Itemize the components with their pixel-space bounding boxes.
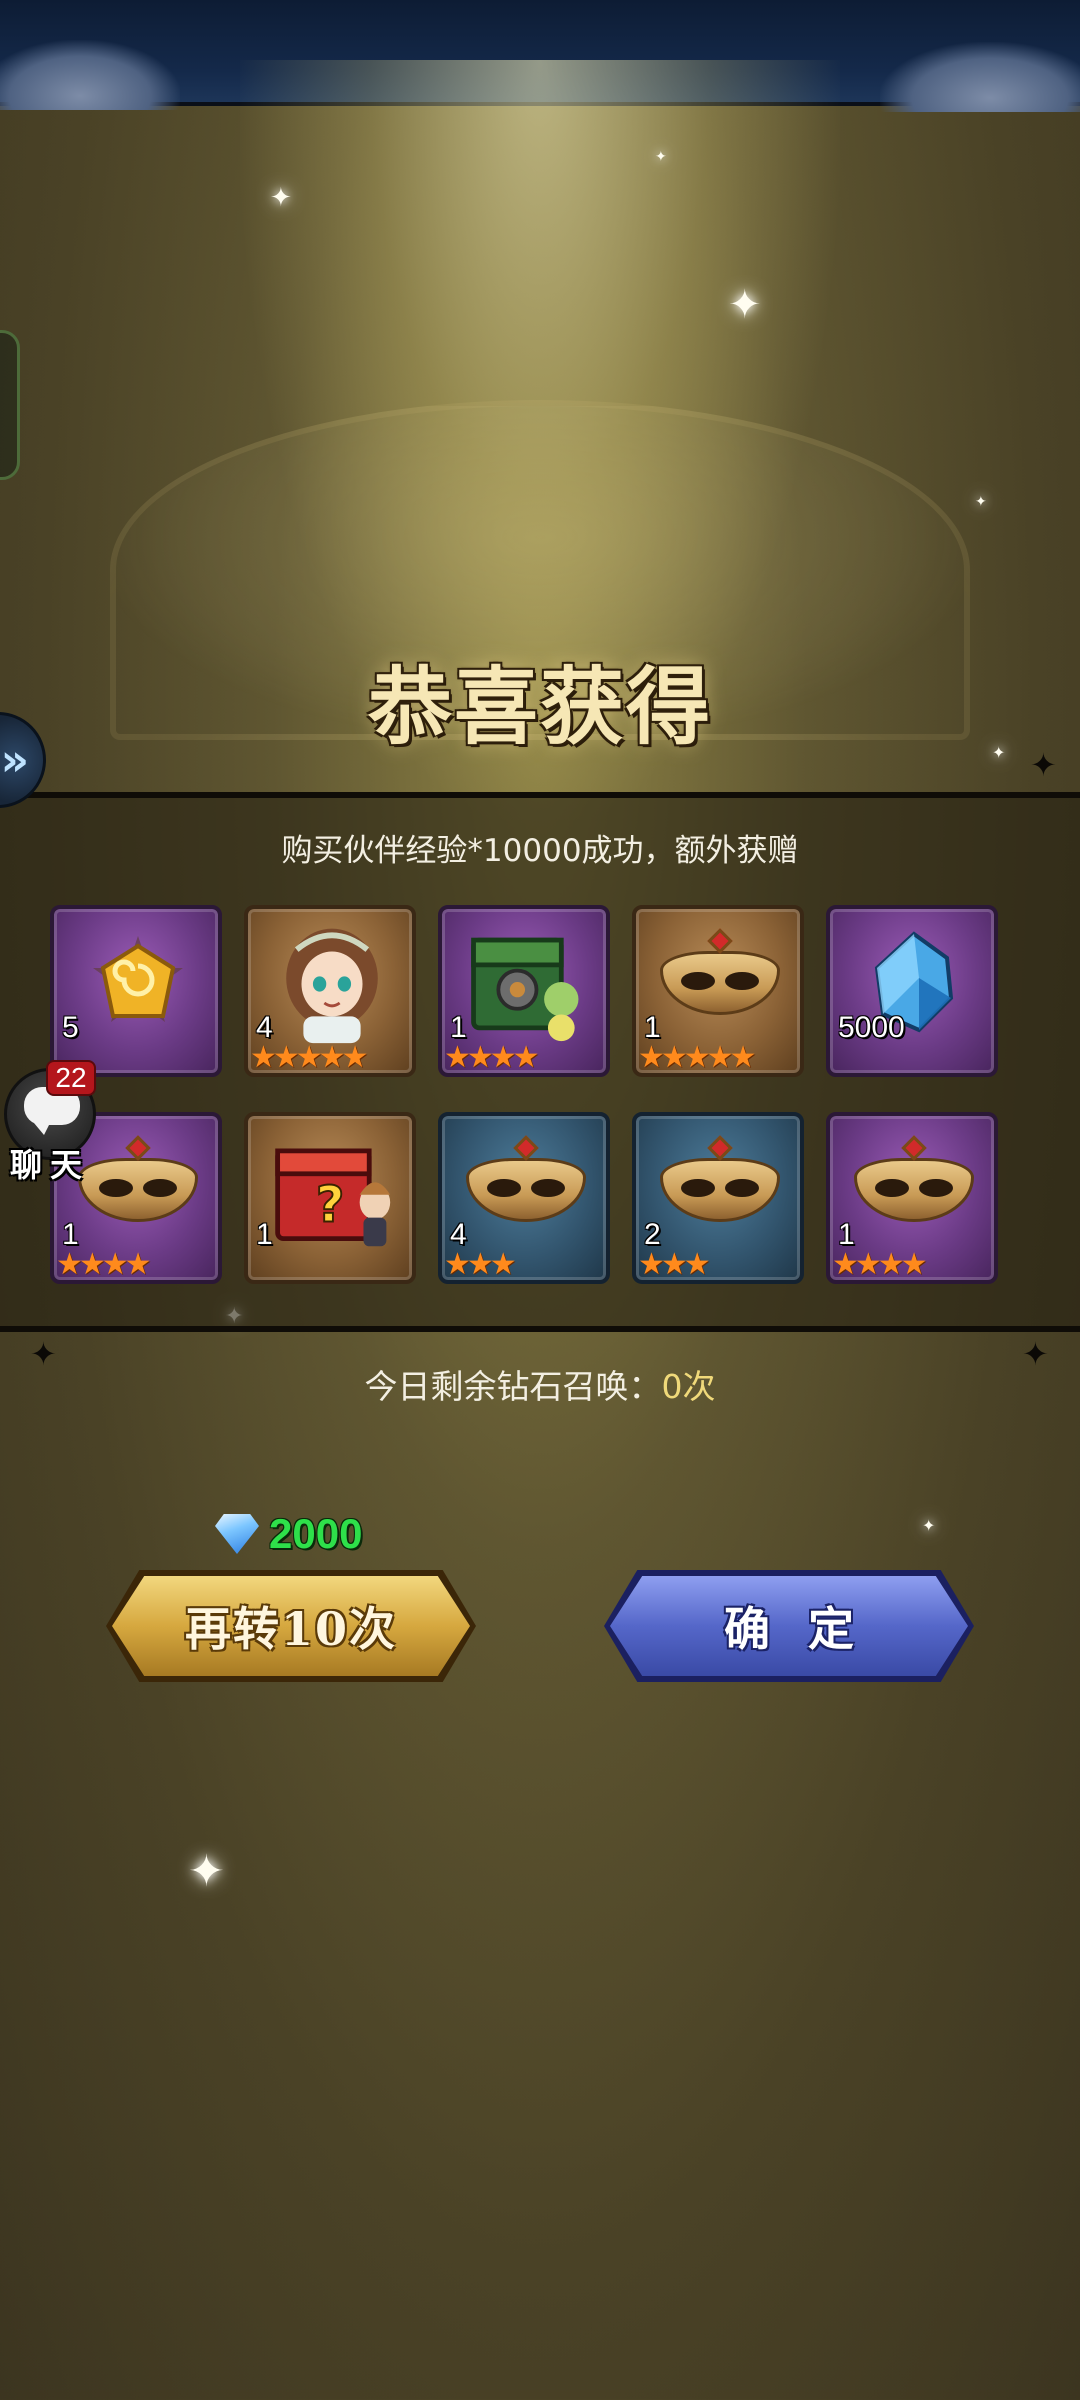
cloud-decoration — [0, 40, 180, 110]
confirm-button[interactable]: 确定 — [610, 1576, 968, 1676]
item-stars: ★★★★ — [832, 1247, 928, 1282]
cost-value: 2000 — [269, 1510, 363, 1557]
item-stars: ★★★★ — [444, 1040, 540, 1075]
cost-display: 2000 — [215, 1506, 362, 1562]
gold-mask-icon — [464, 1128, 588, 1252]
diamond-icon — [215, 1514, 259, 1554]
chat-unread-badge: 22 — [46, 1060, 96, 1096]
green-chest-icon — [464, 921, 588, 1045]
item-count: 1 — [256, 1218, 273, 1251]
reward-item-grid: 5 4 ★★★★★ 1 ★★★★ 1 ★★★★★ 5000 1 ★★★★ ? 1… — [50, 905, 1000, 1285]
hero-portrait-icon — [270, 921, 394, 1045]
item-stars: ★★★★★ — [250, 1040, 369, 1075]
reward-subtitle: 购买伙伴经验*10000成功，额外获赠 — [281, 833, 799, 869]
mystery-box-icon: ? — [270, 1128, 394, 1252]
cloud-decoration — [880, 42, 1080, 112]
sparkle-icon: ✦ — [728, 282, 762, 328]
gold-mask-icon — [76, 1128, 200, 1252]
item-count: 5000 — [838, 1011, 905, 1044]
reward-item[interactable]: 5 — [50, 905, 222, 1077]
sparkle-icon: ✦ — [922, 1516, 936, 1535]
item-stars: ★★★ — [638, 1247, 711, 1282]
reward-item[interactable]: 4 ★★★ — [438, 1112, 610, 1284]
item-stars: ★★★★★ — [638, 1040, 757, 1075]
title: 恭喜获得 — [367, 656, 712, 756]
item-stars: ★★★★ — [56, 1247, 152, 1282]
reward-item[interactable]: 2 ★★★ — [632, 1112, 804, 1284]
gold-mask-icon — [658, 921, 782, 1045]
reward-item[interactable]: ? 1 — [244, 1112, 416, 1284]
sparkle-icon: ✦ — [655, 149, 667, 165]
reward-item[interactable]: 1 ★★★★★ — [632, 905, 804, 1077]
sparkle-icon: ✦ — [975, 494, 987, 510]
gold-mask-icon — [852, 1128, 976, 1252]
svg-text:?: ? — [316, 1175, 345, 1233]
reward-item[interactable]: 1 ★★★★ — [826, 1112, 998, 1284]
item-count: 5 — [62, 1011, 79, 1044]
item-stars: ★★★ — [444, 1247, 517, 1282]
reward-item[interactable]: 4 ★★★★★ — [244, 905, 416, 1077]
summon-label: 今日剩余钻石召唤： — [364, 1367, 662, 1406]
chat-label[interactable]: 聊天 — [10, 1140, 90, 1186]
sparkle-icon: ✦ — [270, 183, 292, 213]
spin-again-button[interactable]: 再转10次 — [112, 1576, 470, 1676]
reward-item[interactable]: 1 ★★★★ — [438, 905, 610, 1077]
sparkle-icon: ✦ — [188, 1846, 225, 1897]
summon-remaining: 今日剩余钻石召唤：0次 — [0, 1362, 1080, 1412]
reward-item[interactable]: 5000 — [826, 905, 998, 1077]
sparkle-icon: ✦ — [992, 743, 1006, 762]
gold-rune-icon — [76, 921, 200, 1045]
sidebar-tab[interactable] — [0, 330, 20, 480]
summon-count: 0次 — [661, 1367, 716, 1406]
gold-mask-icon — [658, 1128, 782, 1252]
star-decoration-icon: ✦ — [1030, 746, 1057, 784]
